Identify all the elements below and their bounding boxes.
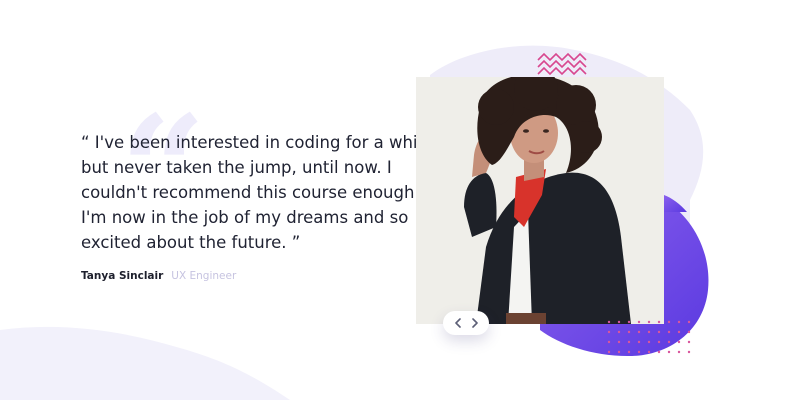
previous-button[interactable] (451, 316, 465, 330)
next-button[interactable] (468, 316, 482, 330)
chevron-left-icon (454, 318, 461, 328)
author-title: UX Engineer (171, 270, 237, 282)
author-name: Tanya Sinclair (81, 270, 164, 282)
zigzag-pattern-icon (537, 52, 587, 76)
dot-grid-pattern-icon (607, 320, 691, 354)
testimonial-quote: “ I've been interested in coding for a w… (81, 133, 433, 252)
portrait-illustration (416, 77, 664, 324)
author-photo (416, 77, 664, 324)
slider-navigation (443, 311, 489, 335)
author-info: Tanya Sinclair UX Engineer (81, 270, 236, 282)
chevron-right-icon (471, 318, 478, 328)
testimonial-section: “ “ I've been interested in coding for a… (0, 0, 800, 400)
bottom-wave-shape (0, 326, 290, 400)
